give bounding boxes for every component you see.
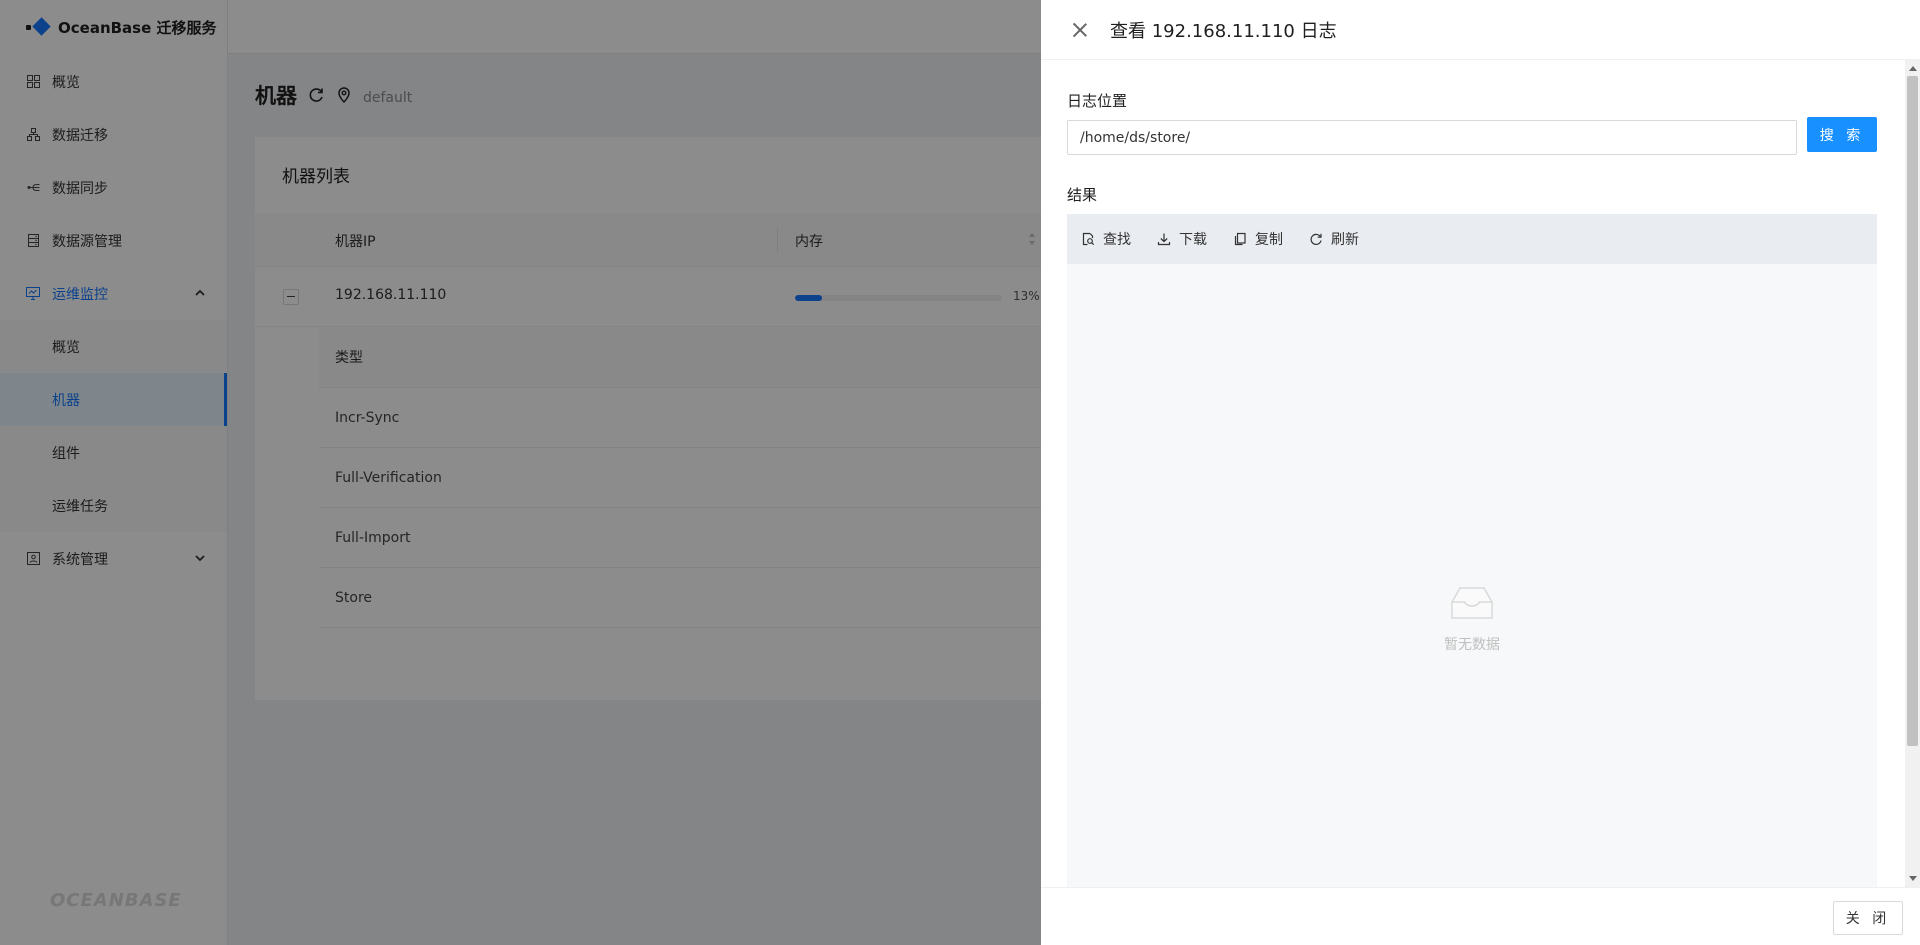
find-label: 查找 [1103, 232, 1131, 248]
scroll-down-arrow-icon[interactable] [1909, 876, 1917, 881]
drawer-footer: 关 闭 [1041, 887, 1920, 945]
log-drawer: 查看 192.168.11.110 日志 日志位置 搜 索 结果 查找 下载 复… [1041, 0, 1920, 945]
drawer-body: 日志位置 搜 索 结果 查找 下载 复制 刷新 [1041, 60, 1905, 887]
empty-inbox-icon [1451, 587, 1493, 619]
result-toolbar: 查找 下载 复制 刷新 [1067, 214, 1877, 264]
result-label: 结果 [1067, 186, 1098, 204]
empty-text: 暂无数据 [1444, 637, 1500, 653]
empty-state: 暂无数据 [1422, 582, 1522, 654]
log-location-label: 日志位置 [1067, 92, 1128, 110]
close-icon[interactable] [1072, 22, 1088, 38]
download-icon [1157, 233, 1171, 246]
log-path-input[interactable] [1067, 120, 1797, 155]
drawer-header: 查看 192.168.11.110 日志 [1041, 0, 1920, 60]
search-button[interactable]: 搜 索 [1807, 117, 1877, 152]
copy-icon [1234, 232, 1246, 246]
copy-label: 复制 [1255, 232, 1283, 248]
refresh-icon [1310, 233, 1322, 245]
download-button[interactable]: 下载 [1157, 229, 1207, 249]
copy-button[interactable]: 复制 [1233, 229, 1283, 249]
scroll-up-arrow-icon[interactable] [1909, 66, 1917, 71]
download-label: 下载 [1179, 232, 1207, 248]
drawer-title: 查看 192.168.11.110 日志 [1110, 20, 1337, 42]
refresh-label: 刷新 [1331, 232, 1359, 248]
find-button[interactable]: 查找 [1081, 229, 1131, 249]
refresh-button[interactable]: 刷新 [1309, 229, 1359, 249]
log-results-area: 暂无数据 [1067, 264, 1877, 887]
drawer-scrollbar[interactable] [1905, 60, 1920, 887]
scrollbar-thumb[interactable] [1907, 76, 1918, 746]
close-button[interactable]: 关 闭 [1833, 901, 1903, 935]
find-icon [1082, 232, 1095, 246]
